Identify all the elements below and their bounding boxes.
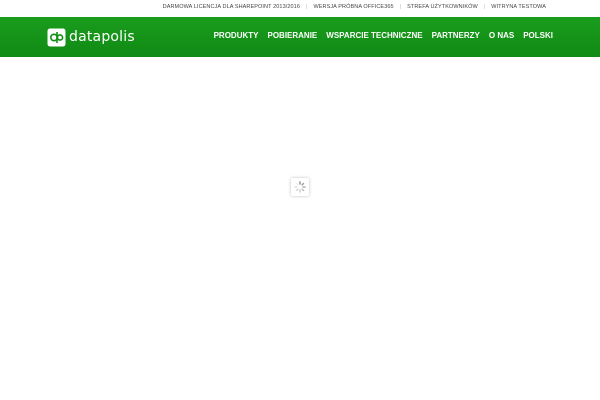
nav-partners[interactable]: PARTNERZY	[432, 31, 480, 40]
nav-support[interactable]: WSPARCIE TECHNICZNE	[326, 31, 422, 40]
nav-language[interactable]: POLSKI	[523, 31, 553, 40]
top-link-user-zone[interactable]: STREFA UŻYTKOWNIKÓW	[407, 4, 478, 10]
main-header: datapolis PRODUKTY POBIERANIE WSPARCIE T…	[0, 17, 600, 57]
nav-products[interactable]: PRODUKTY	[214, 31, 259, 40]
brand-name: datapolis	[69, 29, 135, 45]
top-bar: DARMOWA LICENCJA DLA SHAREPOINT 2013/201…	[0, 0, 600, 16]
datapolis-logo-icon	[47, 28, 66, 46]
nav-downloads[interactable]: POBIERANIE	[267, 31, 317, 40]
separator: |	[399, 4, 402, 10]
top-link-test-site[interactable]: WITRYNA TESTOWA	[491, 4, 546, 10]
separator: |	[306, 4, 308, 10]
top-link-office365-trial[interactable]: WERSJA PRÓBNA OFFICE365	[313, 4, 393, 10]
loading-indicator	[291, 178, 309, 196]
logo[interactable]: datapolis	[47, 27, 135, 47]
spinner-icon	[294, 181, 306, 193]
main-nav: PRODUKTY POBIERANIE WSPARCIE TECHNICZNE …	[214, 31, 553, 40]
top-links: DARMOWA LICENCJA DLA SHAREPOINT 2013/201…	[163, 4, 546, 10]
nav-about[interactable]: O NAS	[489, 31, 514, 40]
top-link-free-license[interactable]: DARMOWA LICENCJA DLA SHAREPOINT 2013/201…	[163, 4, 300, 10]
separator: |	[483, 4, 486, 10]
